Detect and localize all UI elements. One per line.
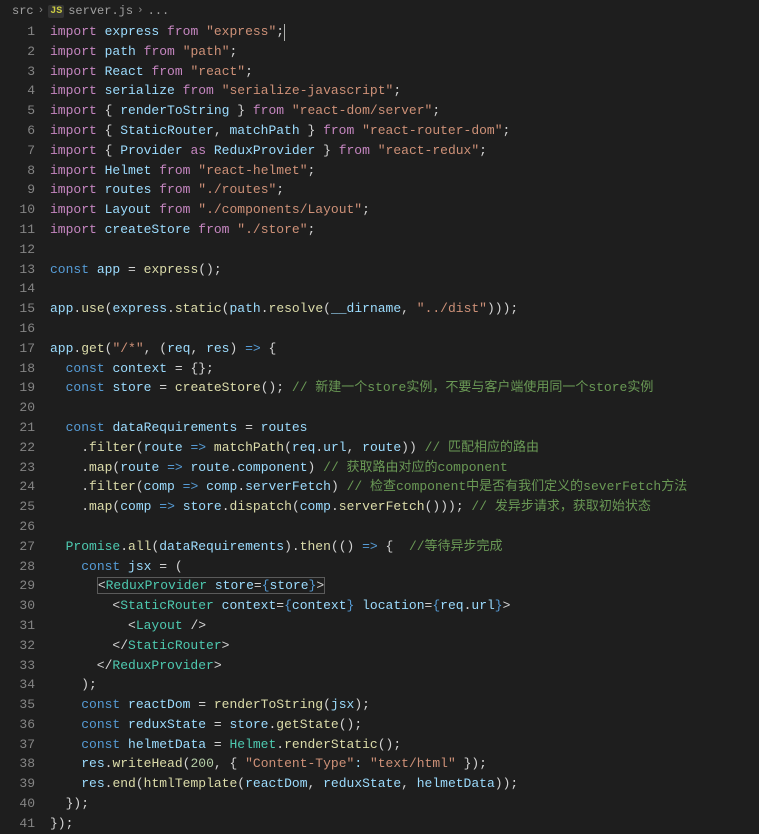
line-number: 27 [0,537,35,557]
line-number: 28 [0,557,35,577]
line-number: 21 [0,418,35,438]
code-line[interactable]: res.writeHead(200, { "Content-Type": "te… [50,754,759,774]
breadcrumb-file[interactable]: server.js [68,4,133,18]
breadcrumb-folder[interactable]: src [12,4,34,18]
code-line[interactable]: import { renderToString } from "react-do… [50,101,759,121]
line-number: 39 [0,774,35,794]
line-number: 37 [0,735,35,755]
code-line[interactable]: const jsx = ( [50,557,759,577]
code-editor[interactable]: 1234567891011121314151617181920212223242… [0,22,759,834]
line-number: 3 [0,62,35,82]
code-line[interactable]: }); [50,814,759,834]
line-number: 6 [0,121,35,141]
code-line[interactable]: const reactDom = renderToString(jsx); [50,695,759,715]
breadcrumb-tail[interactable]: ... [148,4,170,18]
line-number: 25 [0,497,35,517]
code-line[interactable] [50,279,759,299]
code-line[interactable] [50,319,759,339]
code-line[interactable]: import serialize from "serialize-javascr… [50,81,759,101]
code-line[interactable]: import { StaticRouter, matchPath } from … [50,121,759,141]
line-number: 4 [0,81,35,101]
chevron-right-icon: › [38,5,45,17]
code-line[interactable] [50,240,759,260]
line-number: 7 [0,141,35,161]
line-number: 1 [0,22,35,42]
code-line[interactable]: const reduxState = store.getState(); [50,715,759,735]
line-number: 5 [0,101,35,121]
code-line[interactable]: <StaticRouter context={context} location… [50,596,759,616]
line-number: 13 [0,260,35,280]
line-number: 10 [0,200,35,220]
line-number: 23 [0,458,35,478]
code-line[interactable]: app.get("/*", (req, res) => { [50,339,759,359]
code-line[interactable]: app.use(express.static(path.resolve(__di… [50,299,759,319]
line-number: 19 [0,378,35,398]
line-number: 32 [0,636,35,656]
line-number: 9 [0,180,35,200]
line-number-gutter: 1234567891011121314151617181920212223242… [0,22,50,834]
code-line[interactable] [50,398,759,418]
line-number: 36 [0,715,35,735]
code-line[interactable]: <Layout /> [50,616,759,636]
line-number: 16 [0,319,35,339]
code-line[interactable]: <ReduxProvider store={store}> [50,576,759,596]
line-number: 24 [0,477,35,497]
code-line[interactable]: import express from "express"; [50,22,759,42]
line-number: 29 [0,576,35,596]
line-number: 18 [0,359,35,379]
line-number: 12 [0,240,35,260]
line-number: 14 [0,279,35,299]
code-line[interactable]: const dataRequirements = routes [50,418,759,438]
code-content[interactable]: import express from "express";import pat… [50,22,759,834]
code-line[interactable]: import path from "path"; [50,42,759,62]
code-line[interactable]: ); [50,675,759,695]
js-file-icon: JS [48,5,64,18]
code-line[interactable]: import { Provider as ReduxProvider } fro… [50,141,759,161]
code-line[interactable]: Promise.all(dataRequirements).then(() =>… [50,537,759,557]
chevron-right-icon: › [137,5,144,17]
code-line[interactable]: .filter(comp => comp.serverFetch) // 检查c… [50,477,759,497]
code-line[interactable]: .map(route => route.component) // 获取路由对应… [50,458,759,478]
code-line[interactable]: import createStore from "./store"; [50,220,759,240]
line-number: 17 [0,339,35,359]
line-number: 30 [0,596,35,616]
line-number: 41 [0,814,35,834]
code-line[interactable]: import Layout from "./components/Layout"… [50,200,759,220]
line-number: 2 [0,42,35,62]
line-number: 31 [0,616,35,636]
line-number: 38 [0,754,35,774]
code-line[interactable]: import Helmet from "react-helmet"; [50,161,759,181]
code-line[interactable]: </ReduxProvider> [50,656,759,676]
line-number: 40 [0,794,35,814]
breadcrumb[interactable]: src › JS server.js › ... [0,0,759,22]
line-number: 26 [0,517,35,537]
code-line[interactable]: const app = express(); [50,260,759,280]
code-line[interactable]: .map(comp => store.dispatch(comp.serverF… [50,497,759,517]
code-line[interactable]: }); [50,794,759,814]
line-number: 33 [0,656,35,676]
line-number: 34 [0,675,35,695]
code-line[interactable]: import React from "react"; [50,62,759,82]
line-number: 20 [0,398,35,418]
line-number: 11 [0,220,35,240]
line-number: 8 [0,161,35,181]
code-line[interactable]: </StaticRouter> [50,636,759,656]
line-number: 22 [0,438,35,458]
text-cursor [284,24,285,41]
code-line[interactable]: const helmetData = Helmet.renderStatic()… [50,735,759,755]
code-line[interactable]: const context = {}; [50,359,759,379]
code-line[interactable]: res.end(htmlTemplate(reactDom, reduxStat… [50,774,759,794]
code-line[interactable]: const store = createStore(); // 新建一个stor… [50,378,759,398]
code-line[interactable]: import routes from "./routes"; [50,180,759,200]
line-number: 15 [0,299,35,319]
code-line[interactable] [50,517,759,537]
line-number: 35 [0,695,35,715]
code-line[interactable]: .filter(route => matchPath(req.url, rout… [50,438,759,458]
